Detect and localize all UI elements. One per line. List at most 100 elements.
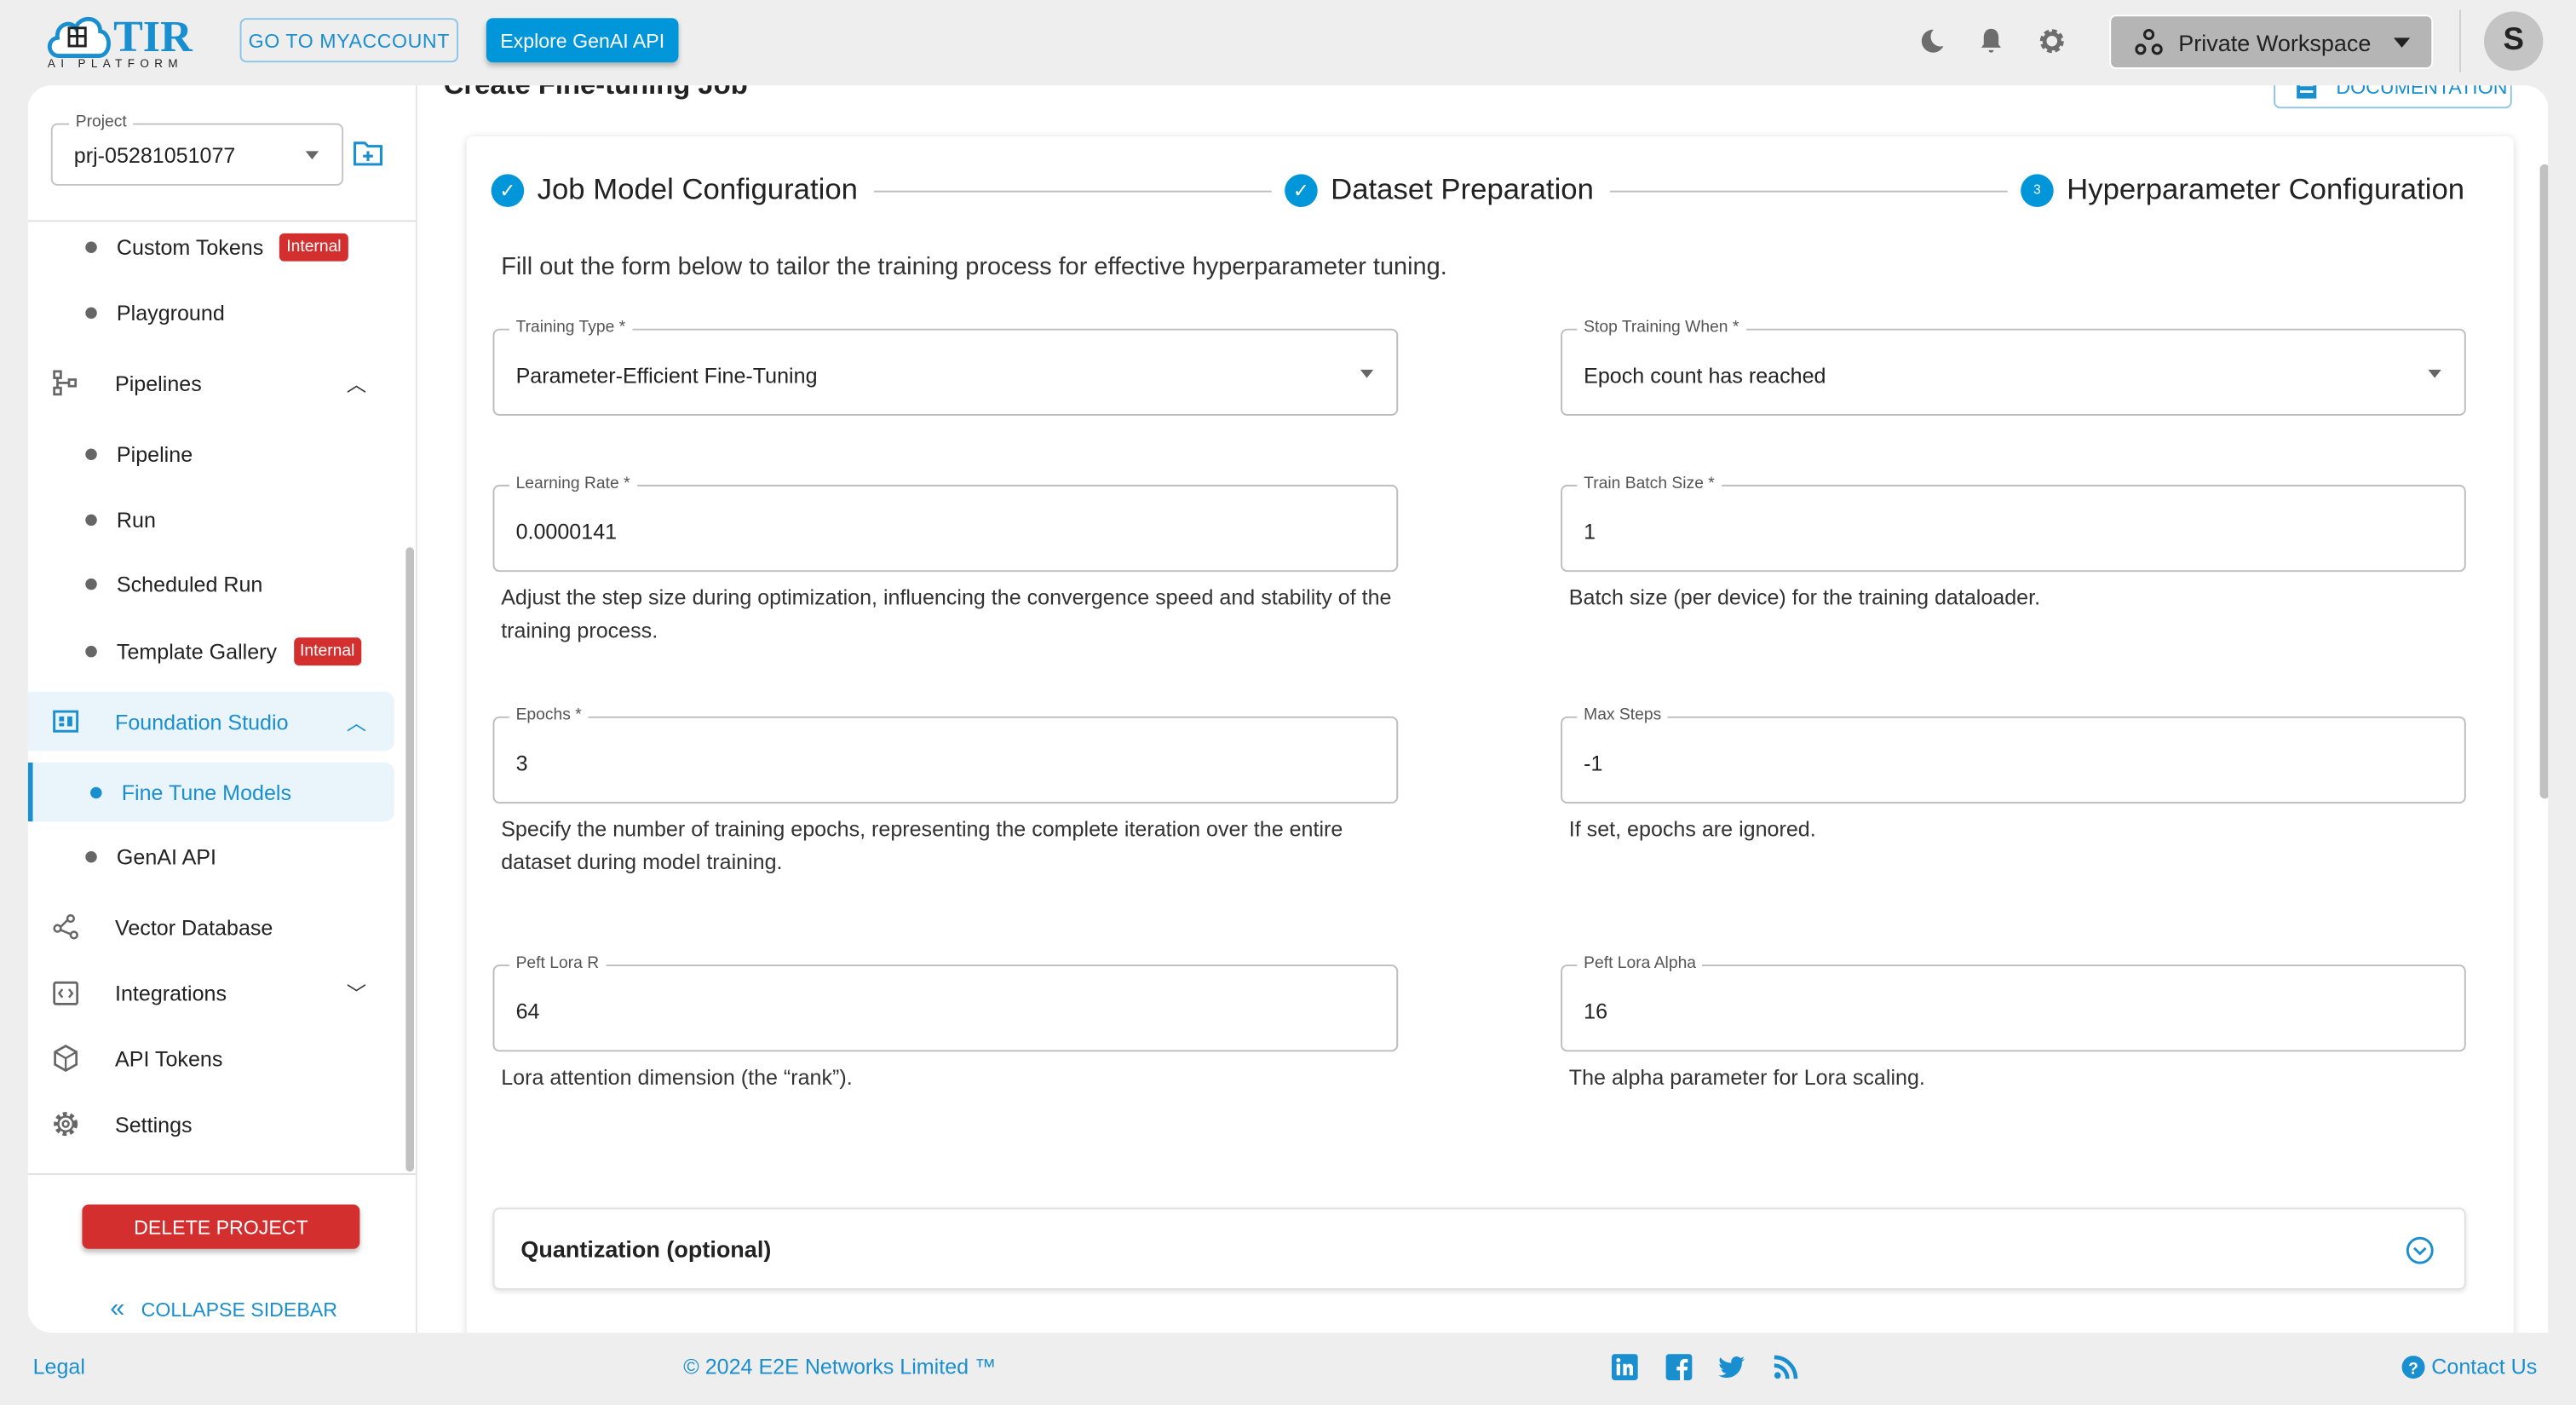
peft-lora-alpha-help: The alpha parameter for Lora scaling.: [1568, 1064, 1925, 1090]
bell-icon[interactable]: [1976, 26, 2006, 56]
step-connector: [873, 190, 1272, 193]
field-value: 16: [1584, 999, 1608, 1024]
sidebar-item-label: Foundation Studio: [114, 709, 289, 734]
sidebar-item-run[interactable]: Run: [28, 490, 394, 549]
go-to-myaccount-button[interactable]: GO TO MYACCOUNT: [239, 18, 459, 63]
field-value: 3: [515, 751, 528, 776]
step-job-model-configuration[interactable]: ✓ Job Model Configuration: [491, 172, 858, 207]
project-select[interactable]: Project prj-05281051077: [50, 113, 344, 186]
chevron-up-icon: ︿: [346, 711, 367, 734]
sidebar-item-scheduled-run[interactable]: Scheduled Run: [28, 554, 394, 613]
contact-us-link[interactable]: ? Contact Us: [2401, 1354, 2538, 1379]
step-number: 3: [2021, 173, 2054, 207]
peft-lora-r-help: Lora attention dimension (the “rank”).: [501, 1064, 853, 1090]
page-title: Create Fine-tuning Job: [444, 85, 748, 101]
workspace-selector[interactable]: Private Workspace: [2109, 14, 2434, 69]
step-label: Job Model Configuration: [537, 172, 858, 206]
field-label: Peft Lora Alpha: [1577, 954, 1703, 973]
step-connector: [1609, 190, 2008, 193]
logo[interactable]: TIR AI PLATFORM: [44, 10, 200, 76]
double-chevron-left-icon: «: [110, 1294, 125, 1323]
sidebar-item-foundation-studio[interactable]: Foundation Studio ︿: [27, 691, 394, 751]
sidebar-item-api-tokens[interactable]: API Tokens: [28, 1028, 394, 1087]
sidebar-item-template-gallery[interactable]: Template Gallery Internal: [28, 621, 394, 680]
stop-training-when-select[interactable]: Stop Training When * Epoch count has reac…: [1561, 319, 2466, 416]
train-batch-size-help: Batch size (per device) for the training…: [1568, 584, 2041, 610]
training-type-select[interactable]: Training Type * Parameter-Efficient Fine-…: [492, 319, 1399, 416]
sidebar-item-label: GenAI API: [116, 844, 216, 869]
add-folder-icon[interactable]: [354, 140, 383, 166]
main-scrollbar[interactable]: [2539, 164, 2549, 799]
check-circle-icon: ✓: [1285, 173, 1318, 207]
contact-us-label: Contact Us: [2431, 1354, 2538, 1379]
explore-genai-api-button[interactable]: Explore GenAI API: [486, 18, 679, 63]
field-label: Stop Training When *: [1577, 319, 1746, 337]
max-steps-input[interactable]: Max Steps -1: [1561, 706, 2466, 804]
sidebar-item-label: Pipelines: [114, 370, 202, 395]
step-dataset-preparation[interactable]: ✓ Dataset Preparation: [1285, 172, 1594, 207]
sidebar-item-fine-tune-models[interactable]: Fine Tune Models: [27, 762, 394, 822]
field-label: Training Type *: [509, 319, 632, 337]
logo-text: TIR: [113, 11, 193, 61]
linkedin-icon[interactable]: [1611, 1354, 1638, 1380]
legal-link[interactable]: Legal: [33, 1354, 85, 1379]
field-value: 1: [1584, 519, 1596, 544]
document-icon: [2297, 85, 2317, 99]
api-tokens-icon: [54, 1044, 78, 1073]
form-intro: Fill out the form below to tailor the tr…: [501, 252, 1447, 281]
sidebar-item-label: Fine Tune Models: [121, 780, 292, 805]
field-value: -1: [1584, 751, 1603, 776]
settings-icon: [54, 1112, 78, 1137]
sidebar-item-label: Scheduled Run: [116, 571, 263, 596]
twitter-icon[interactable]: [1718, 1354, 1745, 1380]
field-label: Train Batch Size *: [1577, 475, 1722, 493]
epochs-input[interactable]: Epochs * 3: [492, 706, 1399, 804]
max-steps-help: If set, epochs are ignored.: [1568, 816, 1816, 842]
train-batch-size-input[interactable]: Train Batch Size * 1: [1561, 475, 2466, 573]
sidebar-item-integrations[interactable]: Integrations ﹀: [28, 963, 394, 1022]
avatar[interactable]: S: [2483, 11, 2544, 71]
collapse-sidebar-button[interactable]: « COLLAPSE SIDEBAR: [110, 1295, 337, 1325]
logo-subtext: AI PLATFORM: [47, 59, 183, 71]
sidebar-item-vector-database[interactable]: Vector Database: [28, 897, 394, 956]
delete-project-button[interactable]: DELETE PROJECT: [82, 1204, 360, 1249]
pipeline-icon: [53, 370, 78, 396]
cloud-logo-icon: [47, 17, 111, 58]
sidebar-item-settings[interactable]: Settings: [28, 1094, 394, 1153]
facebook-icon[interactable]: [1665, 1354, 1693, 1380]
sidebar-item-label: Settings: [114, 1111, 193, 1137]
sidebar-item-label: Custom Tokens: [116, 233, 264, 259]
step-label: Hyperparameter Configuration: [2067, 172, 2465, 206]
step-hyperparameter-configuration[interactable]: 3 Hyperparameter Configuration: [2021, 172, 2465, 207]
sidebar-item-genai-api[interactable]: GenAI API: [28, 826, 394, 885]
integrations-icon: [53, 981, 78, 1005]
moon-icon[interactable]: [1918, 26, 1947, 56]
quantization-accordion[interactable]: Quantization (optional): [492, 1207, 2466, 1290]
field-label: Learning Rate *: [509, 475, 637, 493]
learning-rate-input[interactable]: Learning Rate * 0.0000141: [492, 475, 1399, 573]
sidebar-scrollbar[interactable]: [405, 547, 414, 1172]
sidebar-item-label: Run: [116, 506, 156, 532]
learning-rate-help: Adjust the step size during optimization…: [501, 584, 1392, 643]
field-value: 0.0000141: [515, 519, 618, 544]
caret-down-icon: [305, 151, 319, 160]
sidebar-item-pipeline[interactable]: Pipeline: [28, 424, 394, 483]
svg-text:?: ?: [2408, 1359, 2418, 1377]
field-value: Parameter-Efficient Fine-Tuning: [515, 363, 818, 389]
sidebar-item-pipelines[interactable]: Pipelines ︿: [28, 354, 394, 412]
documentation-button[interactable]: DOCUMENTATION: [2274, 85, 2512, 109]
chevron-down-icon: ﹀: [346, 982, 367, 1005]
peft-lora-r-input[interactable]: Peft Lora R 64: [492, 954, 1399, 1052]
check-circle-icon: ✓: [491, 173, 525, 207]
rss-icon[interactable]: [1773, 1354, 1799, 1380]
sidebar-item-playground[interactable]: Playground: [28, 283, 394, 342]
sidebar-item-custom-tokens[interactable]: Custom Tokens Internal: [28, 217, 394, 276]
internal-badge: Internal: [279, 232, 348, 261]
expand-circle-icon[interactable]: [2405, 1235, 2435, 1265]
peft-lora-alpha-input[interactable]: Peft Lora Alpha 16: [1561, 954, 2466, 1052]
caret-down-icon: [2428, 369, 2441, 378]
field-label: Max Steps: [1577, 706, 1668, 725]
chevron-up-icon: ︿: [346, 371, 367, 395]
epochs-help: Specify the number of training epochs, r…: [501, 816, 1343, 874]
gear-icon[interactable]: [2037, 26, 2067, 56]
